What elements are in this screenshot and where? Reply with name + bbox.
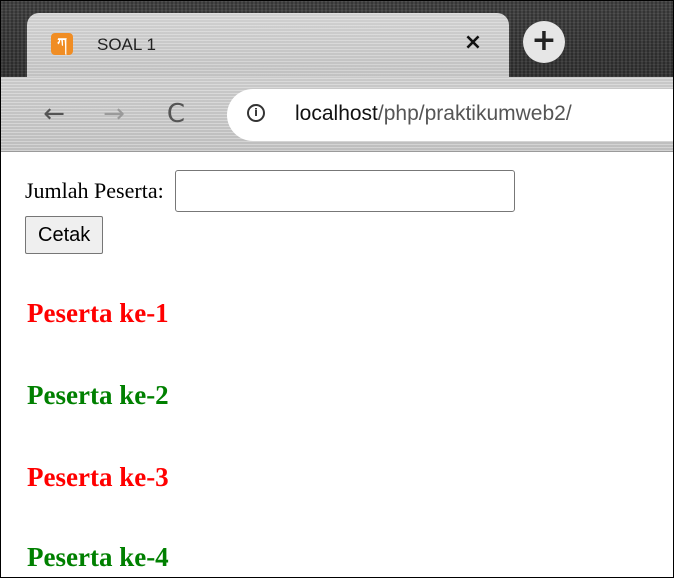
tab-soal-1[interactable]: ཀ SOAL 1 × [27,13,509,77]
peserta-heading-2: Peserta ke-2 [27,380,169,410]
page-content: Jumlah Peserta: Cetak Peserta ke-1 Peser… [1,152,673,577]
jumlah-peserta-label: Jumlah Peserta: [25,178,164,203]
peserta-heading-4: Peserta ke-4 [27,542,169,572]
url-host: localhost [295,102,378,125]
url-text: localhost/php/praktikumweb2/ [295,102,572,126]
reload-icon[interactable]: C [159,97,193,131]
peserta-heading-1: Peserta ke-1 [27,298,169,328]
url-path: /php/praktikumweb2/ [377,102,572,125]
forward-arrow-icon[interactable]: → [97,97,131,131]
info-icon[interactable]: i [247,104,265,122]
tab-title: SOAL 1 [97,35,156,54]
browser-window: ཀ SOAL 1 × + ← → C i localhost/php/prakt… [0,0,674,578]
peserta-heading-3: Peserta ke-3 [27,462,169,492]
close-icon[interactable]: × [459,29,487,57]
back-arrow-icon[interactable]: ← [37,97,71,131]
form-row: Jumlah Peserta: [25,170,516,212]
browser-toolbar: ← → C i localhost/php/praktikumweb2/ [1,77,673,152]
tab-strip: ཀ SOAL 1 × + [1,1,673,77]
jumlah-peserta-input[interactable] [175,170,516,212]
new-tab-button[interactable]: + [523,21,565,63]
address-bar[interactable]: i localhost/php/praktikumweb2/ [227,89,673,141]
cetak-button[interactable]: Cetak [25,216,104,254]
xampp-icon: ཀ [51,33,73,55]
